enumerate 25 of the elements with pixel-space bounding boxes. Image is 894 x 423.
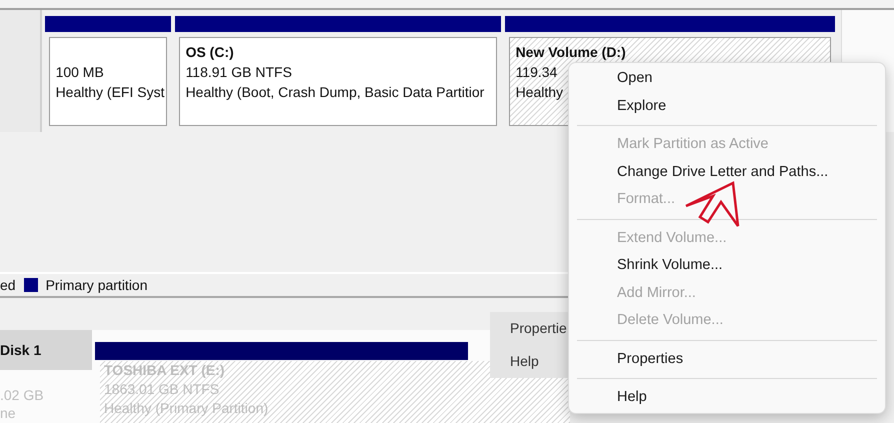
- partition-status: Healthy (EFI Syst: [56, 84, 164, 100]
- menu-item[interactable]: Properties: [573, 346, 881, 373]
- partition-name: TOSHIBA EXT (E:): [104, 362, 225, 378]
- partition-name: New Volume (D:): [516, 43, 626, 62]
- partition-block[interactable]: OS (C:) 118.91 GB NTFS Healthy (Boot, Crash Dump, Basic Data Partitior: [178, 37, 497, 126]
- partition-status: Healthy: [516, 84, 564, 100]
- legend-label: Primary partition: [46, 276, 148, 295]
- partition-block[interactable]: 100 MB Healthy (EFI Syst: [48, 37, 167, 126]
- menu-item[interactable]: Open: [573, 65, 881, 92]
- partition-size: 1863.01 GB NTFS: [104, 381, 220, 397]
- partition-size: 119.34: [516, 64, 558, 80]
- menu-item[interactable]: Shrink Volume...: [573, 252, 881, 280]
- partition-name: OS (C:): [186, 43, 234, 62]
- menu-item[interactable]: Explore: [573, 92, 881, 120]
- disk-capacity: .02 GB: [0, 386, 44, 405]
- partition-size: 100 MB: [56, 64, 104, 80]
- partition-status: Healthy (Boot, Crash Dump, Basic Data Partitior: [186, 84, 484, 100]
- arrow-drawing: [684, 181, 740, 228]
- menu-item[interactable]: Help: [573, 384, 881, 412]
- disk-name: Disk 1: [0, 330, 92, 370]
- menu-item[interactable]: Change Drive Letter and Paths...: [573, 158, 881, 186]
- partition-size: 118.91 GB NTFS: [186, 64, 292, 80]
- legend-label: ed: [0, 276, 16, 294]
- disk-state: ne: [0, 404, 16, 422]
- partition-status: Healthy (Primary Partition): [104, 400, 268, 416]
